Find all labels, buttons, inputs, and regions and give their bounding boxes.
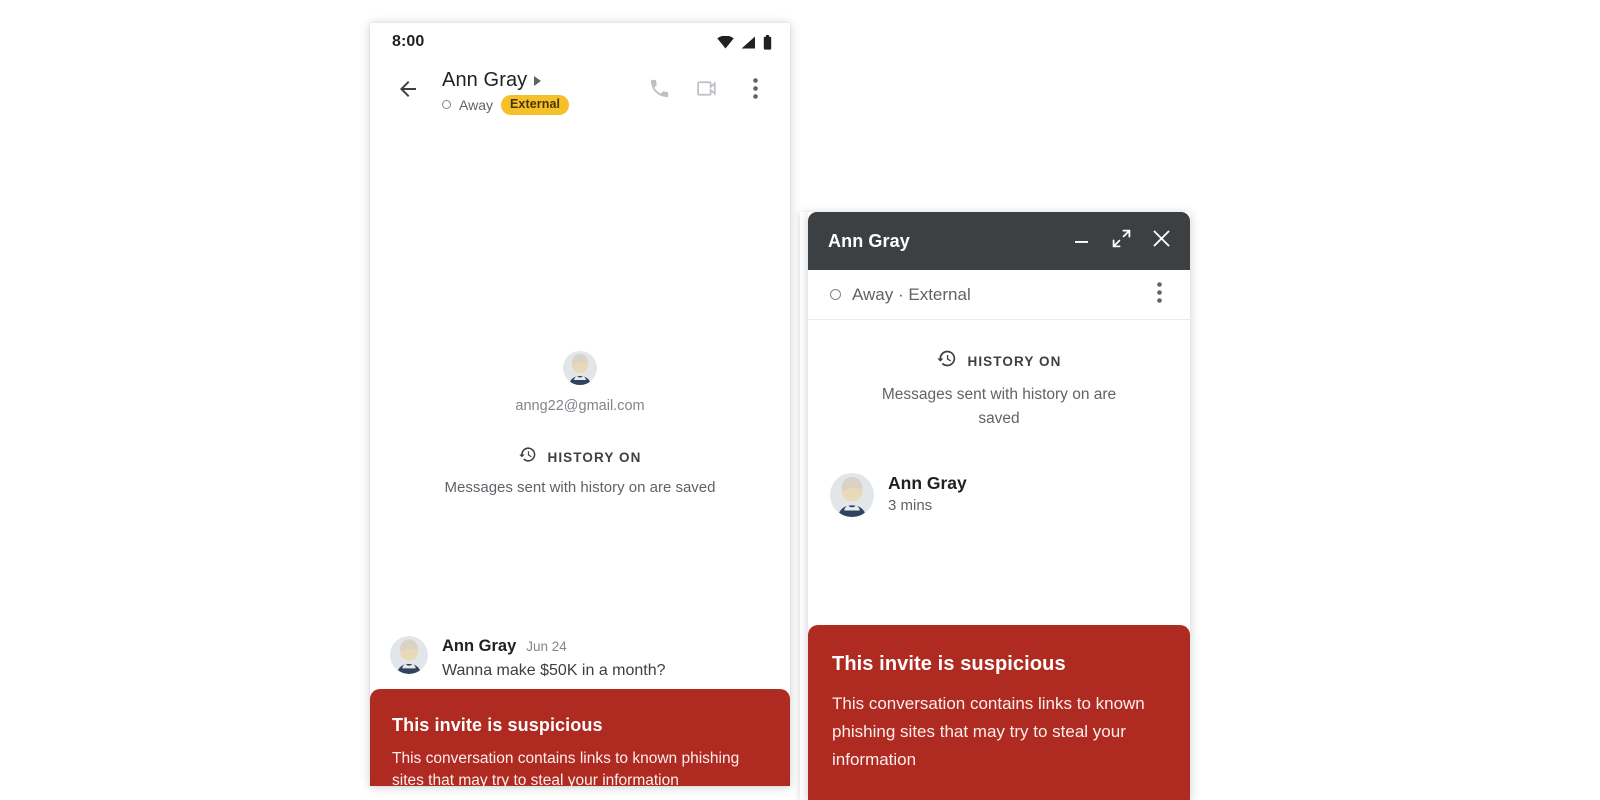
- expand-diagonal-icon: [1112, 229, 1131, 253]
- more-vertical-icon: [752, 78, 758, 104]
- presence-row: Away · External: [830, 285, 1138, 305]
- chat-window-title: Ann Gray: [828, 230, 910, 251]
- phone-conversation-body: anng22@gmail.com HISTORY ON Messages sen…: [370, 121, 790, 786]
- triangle-right-icon: [534, 75, 542, 86]
- battery-icon: [763, 34, 772, 50]
- expand-button[interactable]: [1106, 226, 1136, 256]
- status-bar-icons: [717, 34, 772, 50]
- chat-window-body: HISTORY ON Messages sent with history on…: [808, 320, 1190, 800]
- history-clock-icon: [518, 445, 537, 469]
- phone-status-bar: 8:00: [370, 23, 790, 61]
- call-button[interactable]: [638, 70, 680, 112]
- minimize-icon: [1073, 230, 1090, 252]
- message-header: Ann Gray Jun 24: [442, 637, 666, 656]
- overflow-menu-button[interactable]: [1138, 274, 1180, 316]
- message-timestamp: 3 mins: [888, 497, 933, 514]
- contact-avatar: [390, 636, 428, 674]
- history-status-row: HISTORY ON: [808, 348, 1190, 374]
- app-bar-actions: [638, 70, 776, 112]
- phone-app-bar: Ann Gray Away External: [370, 61, 790, 121]
- history-clock-icon: [936, 348, 957, 374]
- message-text: Wanna make $50K in a month?: [442, 662, 666, 679]
- status-badge-external: External: [500, 94, 570, 115]
- conversation-intro: HISTORY ON Messages sent with history on…: [808, 320, 1190, 431]
- contact-email: anng22@gmail.com: [515, 398, 645, 414]
- message-sender-name: Ann Gray: [888, 473, 967, 493]
- more-vertical-icon: [1156, 281, 1162, 308]
- close-button[interactable]: [1146, 226, 1176, 256]
- presence-away-icon: [830, 289, 841, 300]
- message-row: Ann Gray Jun 24 Wanna make $50K in a mon…: [390, 636, 770, 680]
- suspicious-invite-banner: This invite is suspicious This conversat…: [808, 625, 1190, 800]
- contact-avatar: [830, 473, 874, 517]
- chat-window-controls: [1066, 226, 1176, 256]
- suspicious-invite-banner: This invite is suspicious This conversat…: [370, 689, 790, 786]
- phone-mockup: 8:00 Ann Gray Away External anng22@gmail…: [370, 23, 790, 786]
- video-camera-icon: [695, 76, 720, 106]
- status-bar-time: 8:00: [392, 33, 425, 50]
- message-sender-name: Ann Gray: [442, 637, 517, 655]
- message-body: Ann Gray 3 mins: [888, 473, 967, 517]
- app-bar-subtitle-row: Away External: [442, 94, 638, 115]
- contact-avatar: [563, 351, 597, 385]
- arrow-left-icon: [396, 77, 420, 106]
- video-call-button[interactable]: [686, 70, 728, 112]
- wifi-icon: [717, 35, 734, 49]
- warning-description: This conversation contains links to know…: [832, 694, 1145, 769]
- chat-window-subheader: Away · External: [808, 270, 1190, 320]
- message-row: Ann Gray 3 mins: [808, 431, 1190, 517]
- close-x-icon: [1152, 229, 1171, 253]
- back-button[interactable]: [386, 69, 430, 113]
- cellular-signal-icon: [741, 36, 756, 49]
- app-bar-titles[interactable]: Ann Gray Away External: [430, 68, 638, 115]
- conversation-title: Ann Gray: [442, 68, 528, 91]
- phone-icon: [648, 77, 671, 105]
- presence-status-label: Away · External: [852, 284, 971, 304]
- warning-description: This conversation contains links to know…: [392, 750, 740, 786]
- presence-status-label: Away: [459, 96, 493, 113]
- presence-away-icon: [442, 100, 451, 109]
- history-status-label: HISTORY ON: [547, 449, 642, 465]
- minimize-button[interactable]: [1066, 226, 1096, 256]
- history-status-description: Messages sent with history on are saved: [881, 386, 1117, 427]
- history-status-description: Messages sent with history on are saved: [444, 479, 716, 496]
- message-timestamp: Jun 24: [526, 639, 567, 654]
- warning-title: This invite is suspicious: [832, 653, 1066, 675]
- app-bar-title-row: Ann Gray: [442, 68, 638, 92]
- history-status-label: HISTORY ON: [967, 353, 1062, 369]
- overflow-menu-button[interactable]: [734, 70, 776, 112]
- desktop-chat-window: Ann Gray Away · External HISTORY ON Mess…: [808, 212, 1190, 800]
- conversation-intro: anng22@gmail.com HISTORY ON Messages sen…: [370, 351, 790, 496]
- history-status-row: HISTORY ON: [370, 445, 790, 469]
- chat-window-header: Ann Gray: [808, 212, 1190, 270]
- message-body: Ann Gray Jun 24 Wanna make $50K in a mon…: [442, 636, 666, 680]
- warning-title: This invite is suspicious: [392, 715, 603, 735]
